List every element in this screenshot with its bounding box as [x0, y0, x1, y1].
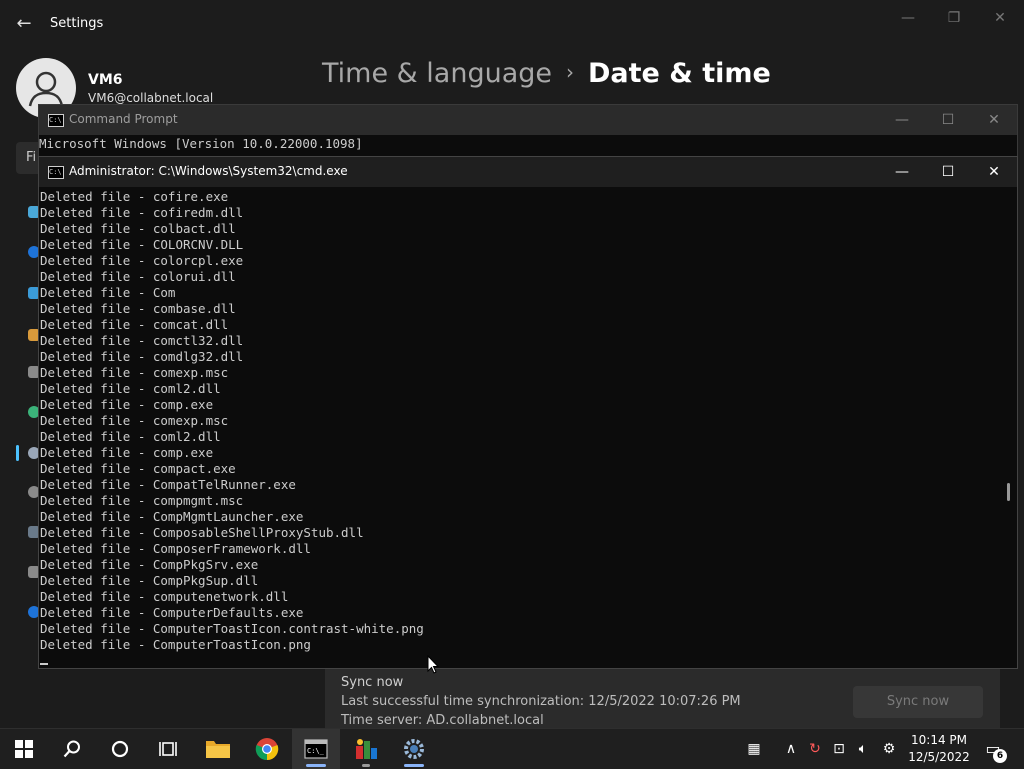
- clock-date: 12/5/2022: [908, 750, 970, 764]
- gear-icon[interactable]: ⚙: [880, 740, 898, 758]
- calendar-tray-icon[interactable]: ▦: [745, 740, 763, 758]
- file-explorer-icon: [206, 741, 230, 758]
- time-server-text: Time server: AD.collabnet.local: [341, 713, 544, 728]
- breadcrumb: Time & language › Date & time: [322, 58, 771, 89]
- console-line: Deleted file - comexp.msc: [40, 413, 229, 428]
- console-line: Deleted file - CompMgmtLauncher.exe: [40, 509, 304, 524]
- console-line: Deleted file - comctl32.dll: [40, 333, 244, 348]
- sync-now-button[interactable]: Sync now: [853, 686, 983, 718]
- admin-cmd-close-button[interactable]: ✕: [971, 157, 1017, 187]
- console-line: Deleted file - comcat.dll: [40, 317, 229, 332]
- chrome-button[interactable]: [243, 729, 291, 769]
- admin-cmd-window[interactable]: C:\ Administrator: C:\Windows\System32\c…: [38, 156, 1018, 669]
- scroll-thumb[interactable]: [1007, 483, 1010, 501]
- cmd-titlebar[interactable]: C:\ Command Prompt — ☐ ✕: [39, 105, 1017, 135]
- page-title: Date & time: [588, 58, 771, 89]
- app-taskbar-button[interactable]: [342, 729, 390, 769]
- sync-panel: Sync now Last successful time synchroniz…: [325, 668, 1000, 728]
- console-line: Deleted file - computenetwork.dll: [40, 589, 289, 604]
- console-line: Deleted file - colorcpl.exe: [40, 253, 244, 268]
- file-explorer-button[interactable]: [194, 729, 242, 769]
- console-line: Deleted file - compact.exe: [40, 461, 236, 476]
- breadcrumb-parent[interactable]: Time & language: [322, 58, 552, 89]
- console-line: Deleted file - compmgmt.msc: [40, 493, 244, 508]
- cortana-icon: [111, 740, 129, 758]
- chevron-up-icon[interactable]: ∧: [782, 740, 800, 758]
- console-line: Deleted file - ComposerFramework.dll: [40, 541, 311, 556]
- cmd-icon: C:\: [48, 114, 64, 127]
- admin-cmd-minimize-button[interactable]: —: [879, 157, 925, 187]
- cmd-close-button[interactable]: ✕: [971, 105, 1017, 135]
- minimize-button[interactable]: —: [888, 6, 928, 30]
- cmd-icon: C:\: [48, 166, 64, 179]
- cmd-icon: C:\_: [304, 739, 328, 759]
- last-sync-text: Last successful time synchronization: 12…: [341, 694, 741, 709]
- console-line: Deleted file - comexp.msc: [40, 365, 229, 380]
- admin-cmd-maximize-button[interactable]: ☐: [925, 157, 971, 187]
- cortana-button[interactable]: [96, 729, 144, 769]
- nav-active-indicator: [16, 445, 19, 461]
- clock-time: 10:14 PM: [911, 733, 967, 747]
- console-line: Deleted file - ComputerToastIcon.contras…: [40, 621, 424, 636]
- cmd-minimize-button[interactable]: —: [879, 105, 925, 135]
- settings-taskbar-button[interactable]: [390, 729, 438, 769]
- console-line: Deleted file - comdlg32.dll: [40, 349, 244, 364]
- console-line: Deleted file - ComposableShellProxyStub.…: [40, 525, 364, 540]
- notification-count-badge: 6: [993, 749, 1007, 763]
- console-line: Deleted file - COLORCNV.DLL: [40, 237, 244, 252]
- close-button[interactable]: ✕: [980, 6, 1020, 30]
- cmd-maximize-button[interactable]: ☐: [925, 105, 971, 135]
- back-arrow-icon[interactable]: ←: [12, 12, 36, 36]
- restore-button[interactable]: ❐: [934, 6, 974, 30]
- mouse-pointer-icon: [427, 655, 440, 674]
- console-line: Deleted file - CompPkgSrv.exe: [40, 557, 259, 572]
- cmd-taskbar-button[interactable]: C:\_: [292, 729, 340, 769]
- console-line: Deleted file - colorui.dll: [40, 269, 236, 284]
- start-icon: [15, 740, 33, 758]
- console-cursor: [40, 663, 48, 665]
- breadcrumb-separator: ›: [566, 60, 575, 84]
- sync-error-icon[interactable]: ↻: [806, 740, 824, 758]
- settings-title: Settings: [50, 16, 104, 31]
- search-icon: [63, 740, 80, 758]
- console-line: Deleted file - comp.exe: [40, 397, 214, 412]
- start-button[interactable]: [0, 729, 48, 769]
- task-view-button[interactable]: [144, 729, 192, 769]
- console-line: Deleted file - coml2.dll: [40, 429, 221, 444]
- console-line: Deleted file - coml2.dll: [40, 381, 221, 396]
- volume-icon[interactable]: 🔈︎: [854, 740, 872, 758]
- cmd-title: Command Prompt: [69, 112, 178, 126]
- chrome-icon: [255, 738, 279, 761]
- console-line: Deleted file - colbact.dll: [40, 221, 236, 236]
- taskbar: C:\_ ▦ ∧ ↻ ⊡ 🔈︎ ⚙ 10:14 PM 12/5/2022 ▭ 6: [0, 728, 1024, 769]
- console-line: Deleted file - combase.dll: [40, 301, 236, 316]
- console-line: Deleted file - CompPkgSup.dll: [40, 573, 259, 588]
- console-line: Deleted file - cofiredm.dll: [40, 205, 244, 220]
- console-output[interactable]: Deleted file - cofire.exe Deleted file - …: [40, 189, 995, 669]
- cmd-version-line: Microsoft Windows [Version 10.0.22000.10…: [39, 136, 363, 151]
- console-line: Deleted file - ComputerDefaults.exe: [40, 605, 304, 620]
- console-line: Deleted file - comp.exe: [40, 445, 214, 460]
- sync-title: Sync now: [341, 675, 404, 690]
- settings-icon: [404, 739, 424, 759]
- admin-cmd-titlebar[interactable]: C:\ Administrator: C:\Windows\System32\c…: [39, 157, 1017, 187]
- task-view-icon: [159, 742, 177, 756]
- console-line: Deleted file - ComputerToastIcon.png: [40, 637, 311, 652]
- console-scrollbar[interactable]: [1000, 187, 1017, 668]
- console-line: Deleted file - Com: [40, 285, 176, 300]
- admin-cmd-title: Administrator: C:\Windows\System32\cmd.e…: [69, 164, 348, 178]
- user-email: VM6@collabnet.local: [88, 91, 214, 105]
- search-button[interactable]: [48, 729, 96, 769]
- user-name: VM6: [88, 72, 123, 88]
- clock[interactable]: 10:14 PM 12/5/2022: [904, 732, 974, 766]
- svg-text:C:\_: C:\_: [307, 747, 325, 755]
- network-icon[interactable]: ⊡: [830, 740, 848, 758]
- console-line: Deleted file - cofire.exe: [40, 189, 229, 204]
- app-icon: [356, 739, 377, 759]
- console-line: Deleted file - CompatTelRunner.exe: [40, 477, 296, 492]
